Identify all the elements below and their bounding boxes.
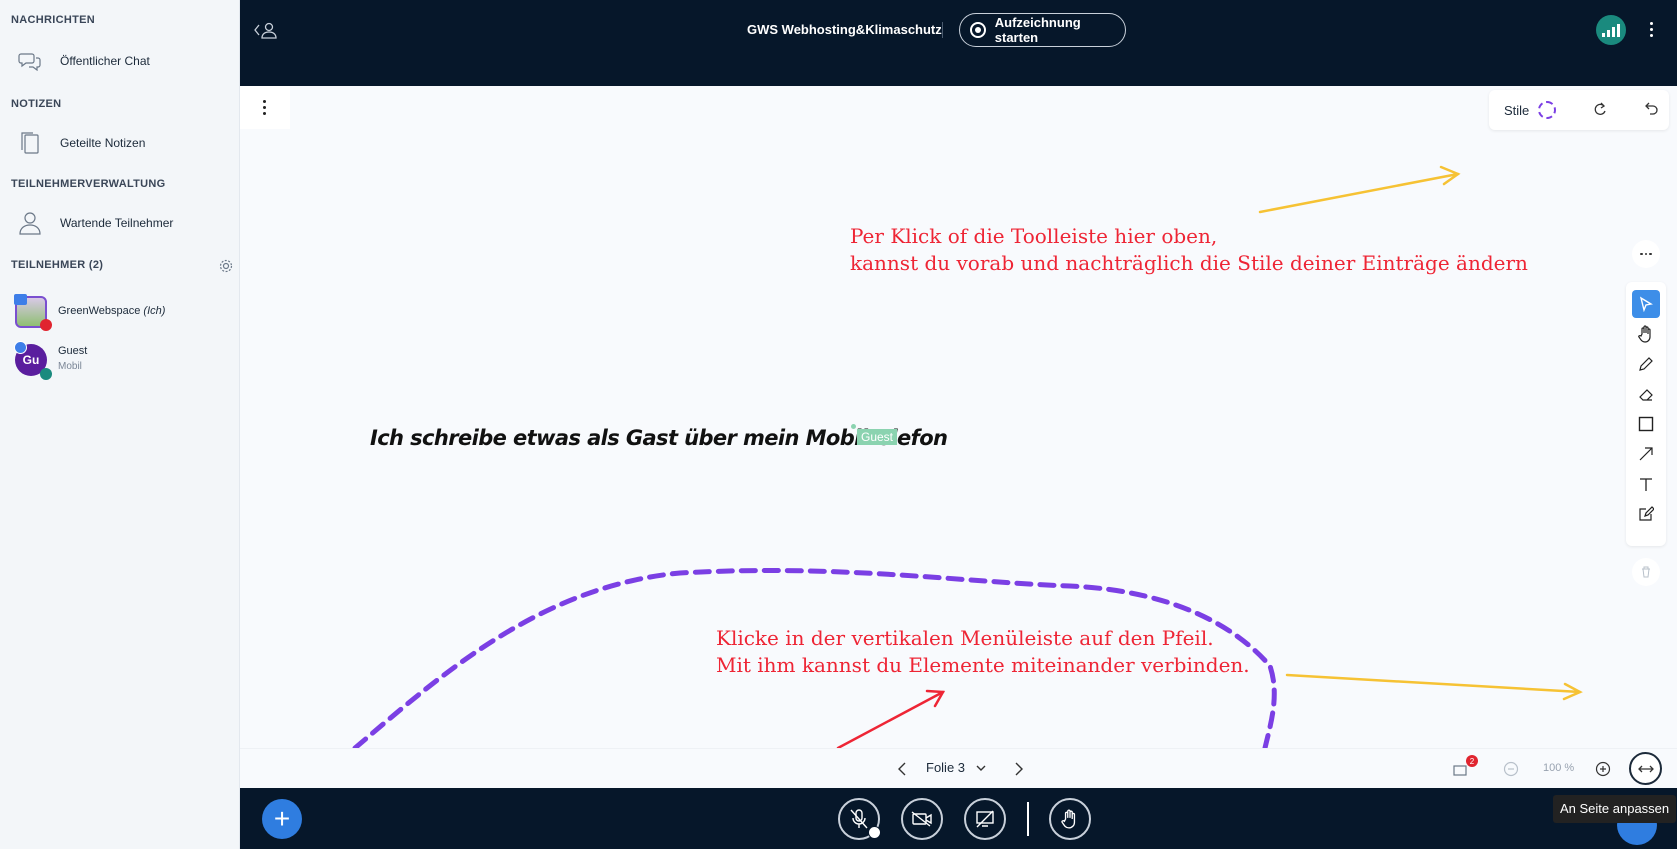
- chat-icon: [0, 51, 60, 71]
- sidebar-item-label: Geteilte Notizen: [60, 136, 146, 150]
- action-bar: +: [240, 788, 1677, 849]
- notes-icon: [0, 130, 60, 156]
- yellow-arrow-top: [1258, 165, 1461, 214]
- muted-icon: [40, 319, 52, 331]
- user-list-item[interactable]: GreenWebspace (Ich): [0, 292, 240, 332]
- annotation-text: Klicke in der vertikalen Menüleiste auf …: [716, 626, 1250, 677]
- hand-icon: [1061, 809, 1076, 829]
- messages-heading: NACHRICHTEN: [11, 14, 95, 26]
- toggle-userlist-icon[interactable]: [253, 20, 279, 45]
- chevron-down-icon: [976, 765, 986, 771]
- camera-button[interactable]: [901, 798, 943, 840]
- guest-cursor: [851, 424, 856, 429]
- actions-plus-button[interactable]: +: [262, 799, 302, 839]
- slide-controls: Folie 3 2 100 %: [240, 748, 1677, 788]
- record-label: Aufzeichnung starten: [994, 15, 1081, 45]
- fit-width-icon: [1637, 765, 1654, 772]
- zoom-out-icon[interactable]: [1503, 761, 1519, 782]
- user-icon: [0, 210, 60, 236]
- divider: [1027, 802, 1029, 836]
- sidebar-item-shared-notes[interactable]: Geteilte Notizen: [0, 125, 240, 161]
- user-list-item[interactable]: Gu Guest Mobil: [0, 340, 240, 380]
- sidebar-item-label: Wartende Teilnehmer: [60, 216, 174, 230]
- yellow-arrow-right: [1285, 673, 1583, 701]
- notification-badge: 2: [1466, 755, 1478, 767]
- participants-heading: TEILNEHMER (2): [11, 259, 104, 271]
- whiteboard-canvas[interactable]: Stile Per Klick of die Toolleiste hier o…: [240, 86, 1677, 748]
- annotation-text: Per Klick of die Toolleiste hier oben, k…: [850, 224, 1528, 275]
- header: GWS Webhosting&Klimaschutz Aufzeichnung …: [240, 0, 1677, 86]
- pencil-icon: [14, 341, 27, 354]
- user-name: GreenWebspace (Ich): [58, 305, 166, 317]
- management-heading: TEILNEHMERVERWALTUNG: [11, 178, 166, 190]
- sidebar-item-label: Öffentlicher Chat: [60, 54, 150, 68]
- user-device: Mobil: [58, 361, 82, 372]
- sidebar-item-waiting-users[interactable]: Wartende Teilnehmer: [0, 205, 240, 241]
- presenter-icon: [14, 294, 27, 305]
- slide-selector[interactable]: Folie 3: [926, 760, 986, 775]
- zoom-in-icon[interactable]: [1595, 761, 1611, 782]
- sidebar: NACHRICHTEN Öffentlicher Chat NOTIZEN Ge…: [0, 0, 240, 849]
- notes-heading: NOTIZEN: [11, 98, 62, 110]
- tooltip: An Seite anpassen: [1553, 795, 1677, 823]
- gear-icon[interactable]: [219, 259, 233, 278]
- meeting-title: GWS Webhosting&Klimaschutz: [747, 22, 942, 37]
- mic-options-icon[interactable]: [868, 826, 881, 839]
- record-icon: [970, 22, 986, 38]
- red-arrow: [836, 689, 946, 748]
- screenshare-off-icon: [976, 810, 994, 828]
- headset-icon: [40, 368, 52, 380]
- options-menu-icon[interactable]: [1650, 22, 1654, 37]
- screenshare-button[interactable]: [964, 798, 1006, 840]
- chevron-right-icon[interactable]: [1014, 761, 1024, 782]
- record-button[interactable]: Aufzeichnung starten: [959, 13, 1126, 47]
- user-name: Guest: [58, 345, 88, 357]
- connection-status-icon[interactable]: [1596, 15, 1626, 45]
- chevron-left-icon[interactable]: [897, 761, 907, 782]
- fit-to-page-button[interactable]: [1629, 752, 1662, 785]
- mic-off-icon: [850, 809, 868, 829]
- sidebar-item-public-chat[interactable]: Öffentlicher Chat: [0, 43, 240, 79]
- divider: [942, 22, 943, 38]
- guest-cursor-label: Guest: [857, 429, 898, 445]
- raise-hand-button[interactable]: [1049, 798, 1091, 840]
- slide-label: Folie 3: [926, 760, 966, 775]
- zoom-level: 100 %: [1543, 762, 1575, 774]
- camera-off-icon: [911, 811, 932, 827]
